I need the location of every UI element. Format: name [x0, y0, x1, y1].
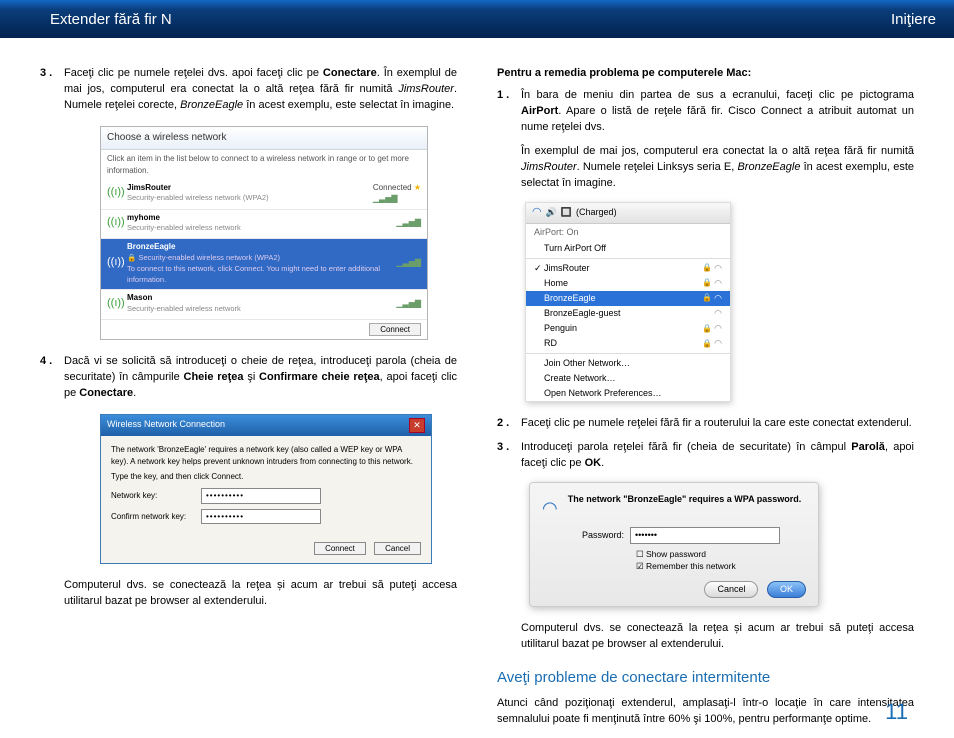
- step-body: Faceţi clic pe numele reţelei dvs. apoi …: [64, 66, 457, 114]
- signal-icon: ▁▃▅▇: [396, 257, 421, 269]
- mac-step-1: 1 . În bara de meniu din partea de sus a…: [497, 88, 914, 136]
- step-body: Dacă vi se solicită să introduceţi o che…: [64, 354, 457, 402]
- signal-icon: ▁▃▅▇: [396, 217, 421, 229]
- turn-airport-off[interactable]: Turn AirPort Off: [526, 241, 730, 256]
- wifi-icon: ((ı)): [107, 185, 127, 201]
- header-left: Extender fără fir N: [50, 9, 172, 31]
- create-network[interactable]: Create Network…: [526, 371, 730, 386]
- fig2-hint: Type the key, and then click Connect.: [111, 471, 421, 483]
- network-bronzeeagle[interactable]: BronzeEagle🔒◠: [526, 291, 730, 306]
- figure-mac-password-dialog: ◠ The network "BronzeEagle" requires a W…: [529, 482, 819, 607]
- signal-icon: ◠: [714, 262, 722, 275]
- figure-windows-network-key-dialog: Wireless Network Connection ✕ The network…: [100, 414, 432, 564]
- connect-button[interactable]: Connect: [369, 323, 421, 336]
- network-row-mason[interactable]: ((ı)) MasonSecurity-enabled wireless net…: [101, 290, 427, 319]
- connect-button[interactable]: Connect: [314, 542, 366, 555]
- network-penguin[interactable]: Penguin🔒◠: [526, 321, 730, 336]
- show-password-checkbox[interactable]: ☐: [636, 549, 646, 559]
- lock-icon: 🔒: [702, 323, 712, 335]
- signal-icon: ◠: [714, 322, 722, 335]
- left-column: 3 . Faceţi clic pe numele reţelei dvs. a…: [40, 66, 457, 728]
- mac-subhead: Pentru a remedia problema pe computerele…: [497, 66, 914, 82]
- airport-status: AirPort: On: [526, 224, 730, 241]
- battery-icon: 🔲: [561, 206, 572, 219]
- wifi-icon: ((ı)): [107, 296, 127, 312]
- fig1-sub: Click an item in the list below to conne…: [101, 150, 427, 179]
- star-icon: ★: [414, 183, 421, 192]
- lock-icon: 🔒: [702, 277, 712, 289]
- wifi-icon: ((ı)): [107, 255, 127, 271]
- step-3: 3 . Faceţi clic pe numele reţelei dvs. a…: [40, 66, 457, 114]
- password-input[interactable]: •••••••: [630, 527, 780, 544]
- confirm-key-input[interactable]: ••••••••••: [201, 509, 321, 525]
- network-row-myhome[interactable]: ((ı)) myhomeSecurity-enabled wireless ne…: [101, 210, 427, 239]
- network-home[interactable]: Home🔒◠: [526, 276, 730, 291]
- wifi-icon: ((ı)): [107, 215, 127, 231]
- step-number: 3 .: [40, 66, 64, 114]
- fig4-message: The network "BronzeEagle" requires a WPA…: [568, 493, 806, 521]
- signal-icon: ◠: [714, 307, 722, 320]
- fig1-title: Choose a wireless network: [101, 127, 427, 151]
- ok-button[interactable]: OK: [767, 581, 806, 598]
- network-key-input[interactable]: ••••••••••: [201, 488, 321, 504]
- step-body: În bara de meniu din partea de sus a ecr…: [521, 88, 914, 136]
- lock-icon: 🔒: [702, 292, 712, 304]
- close-icon[interactable]: ✕: [409, 418, 425, 433]
- cancel-button[interactable]: Cancel: [374, 542, 421, 555]
- network-bronzeeagle-guest[interactable]: BronzeEagle-guest◠: [526, 306, 730, 321]
- right-closing: Computerul dvs. se conectează la reţea ș…: [497, 621, 914, 653]
- figure-mac-airport-menu: ◠🔊🔲(Charged) AirPort: On Turn AirPort Of…: [525, 202, 731, 402]
- speaker-icon: 🔊: [546, 206, 557, 219]
- airport-icon[interactable]: ◠: [532, 205, 542, 221]
- network-rd[interactable]: RD🔒◠: [526, 336, 730, 351]
- page-header: Extender fără fir N Iniţiere: [0, 10, 954, 38]
- step-number: 3 .: [497, 440, 521, 472]
- figure-windows-choose-network: Choose a wireless network Click an item …: [100, 126, 428, 341]
- right-column: Pentru a remedia problema pe computerele…: [497, 66, 914, 728]
- signal-icon: ◠: [714, 337, 722, 350]
- page-content: 3 . Faceţi clic pe numele reţelei dvs. a…: [0, 38, 954, 728]
- step-4: 4 . Dacă vi se solicită să introduceţi o…: [40, 354, 457, 402]
- mac-menubar: ◠🔊🔲(Charged): [526, 203, 730, 224]
- mac-step-3: 3 . Introduceţi parola reţelei fără fir …: [497, 440, 914, 472]
- intermittent-heading: Aveţi probleme de conectare intermitente: [497, 667, 914, 689]
- airport-icon: ◠: [542, 493, 558, 521]
- open-network-prefs[interactable]: Open Network Preferences…: [526, 386, 730, 401]
- signal-icon: ▁▃▅▇: [396, 298, 421, 310]
- left-closing: Computerul dvs. se conectează la reţea ș…: [40, 578, 457, 610]
- signal-icon: ◠: [714, 292, 722, 305]
- signal-icon: ◠: [714, 277, 722, 290]
- join-other-network[interactable]: Join Other Network…: [526, 356, 730, 371]
- page-number: 11: [885, 696, 908, 728]
- network-row-jimsrouter[interactable]: ((ı)) JimsRouterSecurity-enabled wireles…: [101, 180, 427, 210]
- network-row-bronzeeagle[interactable]: ((ı)) BronzeEagle🔒 Security-enabled wire…: [101, 239, 427, 290]
- header-right: Iniţiere: [891, 9, 936, 31]
- step-number: 1 .: [497, 88, 521, 136]
- lock-icon: 🔒: [702, 262, 712, 274]
- fig2-message: The network 'BronzeEagle' requires a net…: [111, 444, 421, 467]
- network-jimsrouter[interactable]: ✓JimsRouter🔒◠: [526, 261, 730, 276]
- mac-example: În exemplul de mai jos, computerul era c…: [497, 144, 914, 192]
- step-number: 2 .: [497, 416, 521, 432]
- mac-step-2: 2 . Faceţi clic pe numele reţelei fără f…: [497, 416, 914, 432]
- remember-network-checkbox[interactable]: ☑: [636, 561, 646, 571]
- fig2-title: Wireless Network Connection: [107, 418, 225, 433]
- step-body: Introduceţi parola reţelei fără fir (che…: [521, 440, 914, 472]
- lock-icon: 🔒: [702, 338, 712, 350]
- cancel-button[interactable]: Cancel: [704, 581, 758, 598]
- step-body: Faceţi clic pe numele reţelei fără fir a…: [521, 416, 914, 432]
- intermittent-body: Atunci când poziţionaţi extenderul, ampl…: [497, 696, 914, 728]
- signal-icon: ▁▃▅▇: [373, 194, 398, 203]
- step-number: 4 .: [40, 354, 64, 402]
